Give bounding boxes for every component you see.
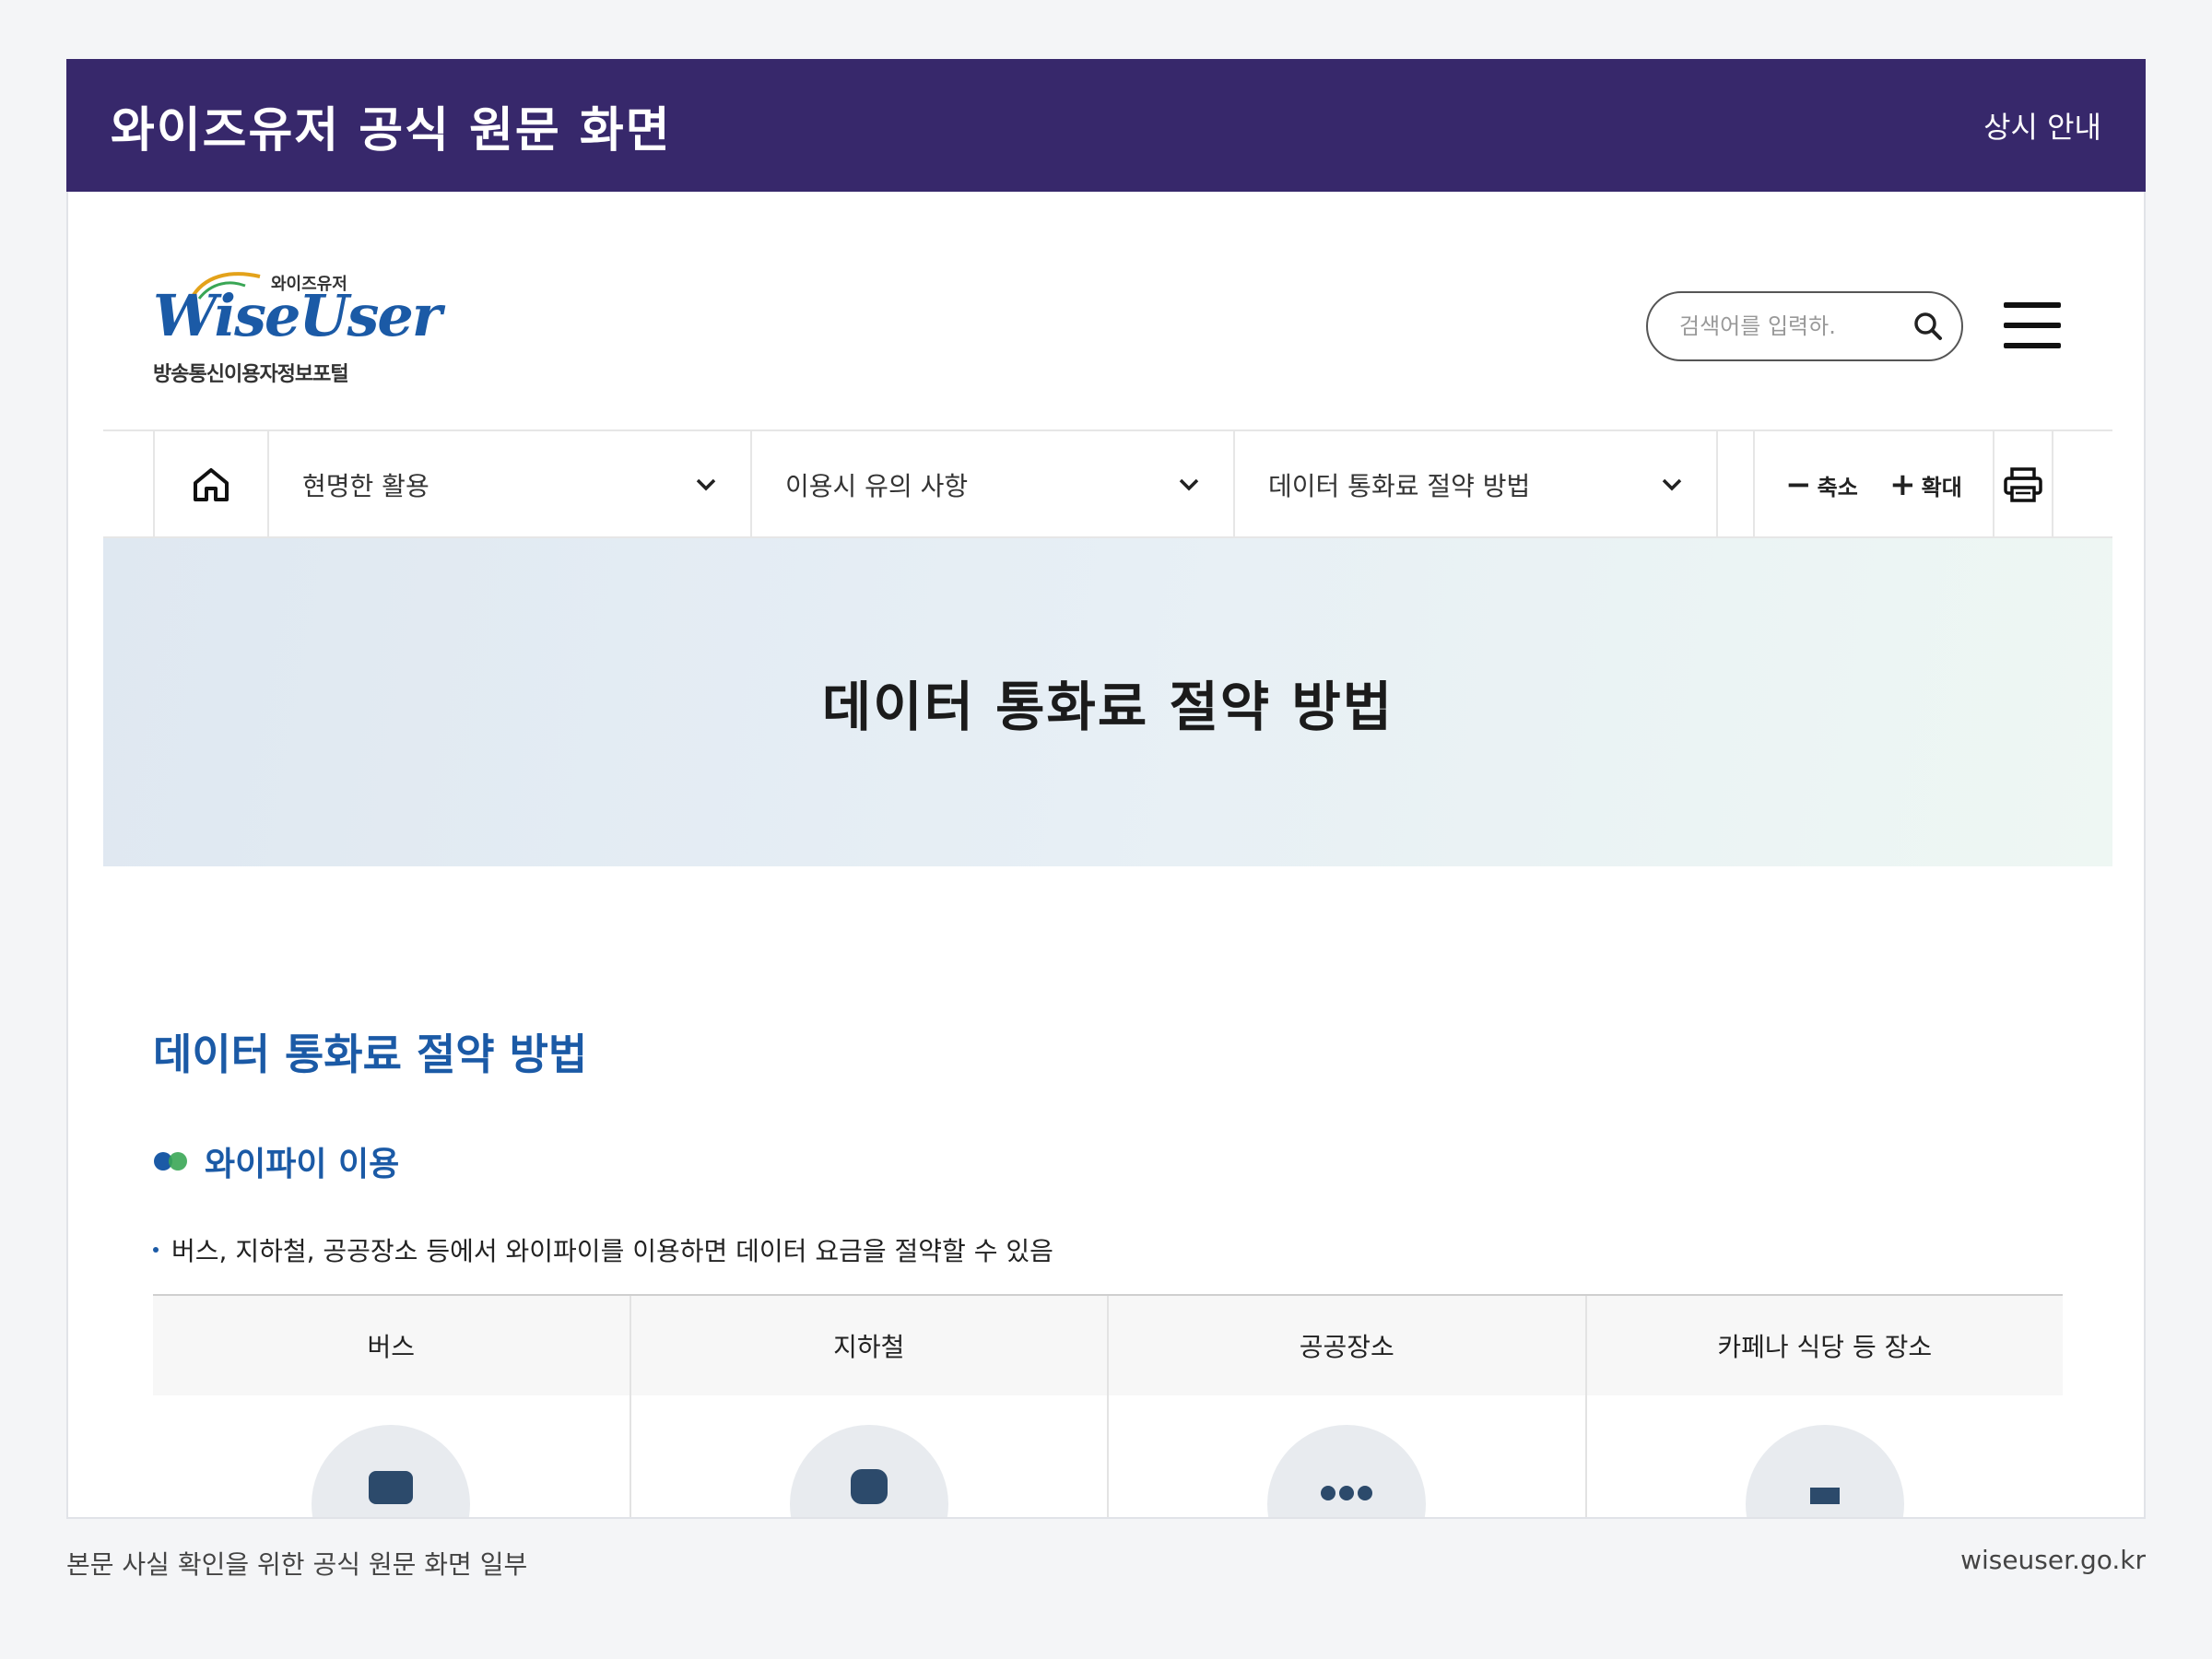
site-header: 와이즈유저 WiseUser 방송통신이용자정보포털 bbox=[68, 192, 2144, 429]
nav-dropdown-3[interactable]: 데이터 통화료 절약 방법 bbox=[1235, 431, 1718, 538]
table-column: 카페나 식당 등 장소 bbox=[1586, 1296, 2063, 1517]
zoom-out-button[interactable]: − 축소 bbox=[1785, 469, 1858, 501]
section-heading: 와이파이 이용 bbox=[153, 1137, 399, 1185]
chevron-down-icon bbox=[1179, 478, 1199, 491]
nav-dropdown-label: 현명한 활용 bbox=[302, 471, 429, 501]
nav-dropdown-2[interactable]: 이용시 유의 사항 bbox=[752, 431, 1235, 538]
nav-dropdown-label: 데이터 통화료 절약 방법 bbox=[1268, 471, 1531, 501]
frame-title: 와이즈유저 공식 원문 화면 bbox=[111, 102, 672, 159]
home-icon bbox=[194, 468, 229, 501]
people-icon bbox=[1267, 1425, 1427, 1517]
section-title: 와이파이 이용 bbox=[205, 1146, 400, 1183]
bus-icon bbox=[312, 1425, 471, 1517]
search-icon[interactable] bbox=[1912, 310, 1945, 343]
nav-dropdown-label: 이용시 유의 사항 bbox=[785, 471, 969, 501]
zoom-in-label: 확대 bbox=[1921, 474, 1962, 500]
table-header-cell: 버스 bbox=[153, 1296, 629, 1395]
nav-dropdown-1[interactable]: 현명한 활용 bbox=[269, 431, 752, 538]
breadcrumb-nav: 현명한 활용 이용시 유의 사항 데이터 통화료 절약 방법 − 축소 + 확대 bbox=[103, 429, 2112, 538]
section-dots-icon bbox=[154, 1152, 187, 1171]
frame-header: 와이즈유저 공식 원문 화면 상시 안내 bbox=[66, 59, 2146, 192]
minus-icon: − bbox=[1785, 466, 1812, 503]
chevron-down-icon bbox=[1662, 478, 1682, 491]
frame-source: wiseuser.go.kr bbox=[1960, 1545, 2146, 1575]
zoom-in-button[interactable]: + 확대 bbox=[1889, 469, 1962, 501]
logo-english-text: WiseUser bbox=[153, 282, 442, 349]
search-input[interactable] bbox=[1679, 313, 1882, 339]
chevron-down-icon bbox=[696, 478, 716, 491]
page-title: 데이터 통화료 절약 방법 bbox=[153, 1030, 588, 1079]
banner-title: 데이터 통화료 절약 방법 bbox=[821, 676, 1394, 738]
table-column: 공공장소 bbox=[1109, 1296, 1587, 1517]
bullet-item: 버스, 지하철, 공공장소 등에서 와이파이를 이용하면 데이터 요금을 절약할… bbox=[153, 1231, 1053, 1268]
page-banner: 데이터 통화료 절약 방법 bbox=[103, 538, 2112, 866]
table-column: 지하철 bbox=[630, 1296, 1109, 1517]
plus-icon: + bbox=[1889, 466, 1916, 503]
zoom-controls: − 축소 + 확대 bbox=[1753, 431, 1994, 538]
table-header-cell: 지하철 bbox=[630, 1296, 1107, 1395]
zoom-out-label: 축소 bbox=[1817, 474, 1858, 500]
frame-caption: 본문 사실 확인을 위한 공식 원문 화면 일부 bbox=[66, 1549, 528, 1580]
table-header-cell: 카페나 식당 등 장소 bbox=[1586, 1296, 2063, 1395]
screenshot-frame: 와이즈유저 WiseUser 방송통신이용자정보포털 현명한 활용 bbox=[66, 192, 2146, 1519]
print-button[interactable] bbox=[1994, 431, 2053, 538]
subway-icon bbox=[789, 1425, 948, 1517]
frame-notice: 상시 안내 bbox=[1983, 110, 2101, 145]
wifi-places-table: 버스 지하철 공공장소 카페나 식당 등 장소 bbox=[153, 1294, 2063, 1517]
bullet-text: 버스, 지하철, 공공장소 등에서 와이파이를 이용하면 데이터 요금을 절약할… bbox=[171, 1236, 1053, 1266]
bullet-dot-icon bbox=[153, 1247, 159, 1253]
site-logo[interactable]: 와이즈유저 WiseUser 방송통신이용자정보포털 bbox=[153, 269, 442, 389]
hamburger-menu-icon[interactable] bbox=[2004, 299, 2061, 352]
logo-subtitle: 방송통신이용자정보포털 bbox=[153, 363, 349, 386]
search-box bbox=[1646, 291, 1963, 361]
cafe-icon bbox=[1745, 1425, 1904, 1517]
printer-icon bbox=[2004, 467, 2042, 502]
table-column: 버스 bbox=[153, 1296, 631, 1517]
table-header-cell: 공공장소 bbox=[1109, 1296, 1585, 1395]
home-button[interactable] bbox=[153, 431, 269, 538]
